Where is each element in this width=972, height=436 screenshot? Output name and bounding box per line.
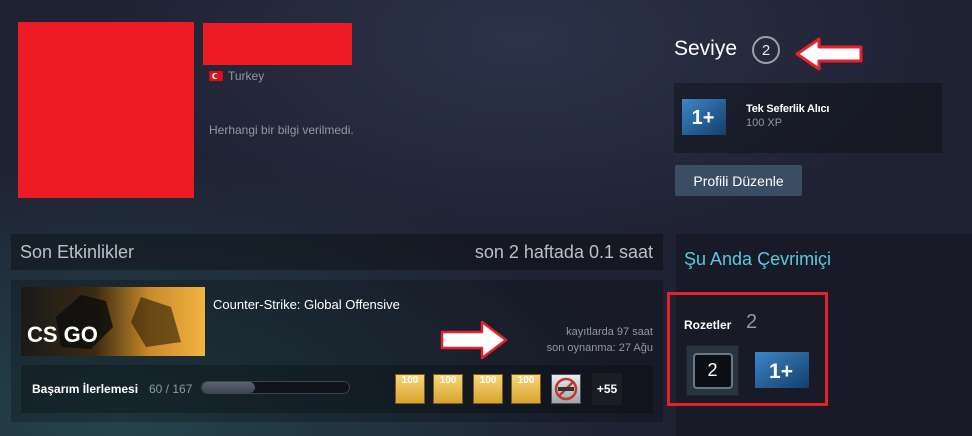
country-label: Turkey — [228, 69, 265, 83]
turkey-flag-icon — [209, 71, 223, 81]
svg-text:1+: 1+ — [692, 107, 715, 129]
badge-xp: 100 XP — [746, 117, 783, 129]
one-plus-badge-icon[interactable]: 1+ — [755, 352, 809, 388]
level-badge-tile[interactable]: 2 — [686, 345, 739, 396]
last-played: son oynanma: 27 Ağu — [546, 342, 653, 354]
achievement-icon[interactable]: 100 — [433, 374, 463, 404]
svg-text:1+: 1+ — [769, 360, 793, 383]
recent-activity-hours: son 2 haftada 0.1 saat — [474, 242, 653, 262]
badges-label[interactable]: Rozetler — [684, 318, 731, 332]
csgo-logo-icon: CS GO — [27, 295, 181, 349]
profile-name-redacted — [203, 23, 352, 65]
one-plus-badge-icon: 1+ — [682, 99, 726, 135]
achievement-icon[interactable]: 100 — [395, 374, 425, 404]
avatar[interactable] — [18, 22, 194, 198]
recent-activity-title[interactable]: Son Etkinlikler — [20, 242, 134, 263]
achievements-progress-bar — [201, 381, 350, 394]
game-capsule-image[interactable]: CS GO — [21, 287, 205, 356]
online-status: Şu Anda Çevrimiçi — [684, 249, 832, 269]
level-badge: 2 — [752, 36, 780, 64]
achievement-icon[interactable]: 100 — [511, 374, 541, 404]
achievements-count: 60 / 167 — [149, 382, 193, 396]
game-name-link[interactable]: Counter-Strike: Global Offensive — [213, 297, 400, 312]
achievement-icon[interactable]: 100 — [473, 374, 503, 404]
level-badge-number: 2 — [692, 352, 733, 389]
badges-count: 2 — [746, 311, 758, 333]
annotation-arrow-red-icon — [795, 37, 863, 71]
badge-name: Tek Seferlik Alıcı — [746, 103, 830, 115]
achievements-label[interactable]: Başarım İlerlemesi — [32, 382, 138, 396]
edit-profile-button[interactable]: Profili Düzenle — [675, 165, 802, 196]
annotation-arrow-white-icon — [440, 320, 508, 360]
level-label: Seviye — [674, 37, 738, 60]
more-achievements-button[interactable]: +55 — [592, 373, 622, 405]
hours-on-record: kayıtlarda 97 saat — [566, 326, 653, 338]
country: Turkey — [209, 69, 264, 83]
svg-text:CS GO: CS GO — [27, 322, 98, 347]
achievements-progress-fill — [202, 382, 255, 393]
profile-summary: Herhangi bir bilgi verilmedi. — [209, 123, 354, 137]
crossed-gun-achievement-icon[interactable] — [551, 374, 581, 404]
